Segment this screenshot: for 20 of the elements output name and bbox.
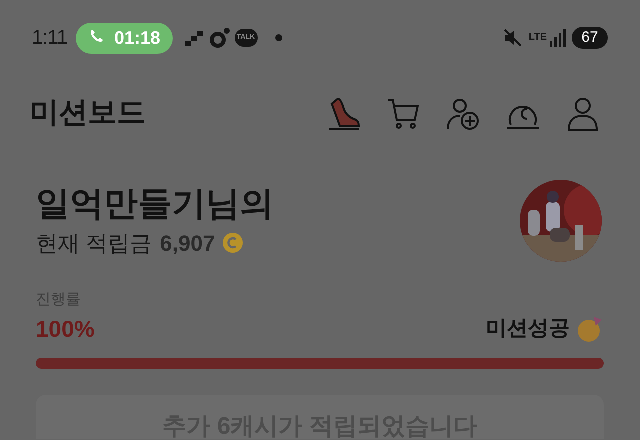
signal-icon (550, 29, 566, 47)
mission-status: 미션성공 (486, 316, 570, 342)
party-face-icon (576, 314, 604, 343)
network-label: LTE (528, 33, 547, 43)
user-icon[interactable] (566, 97, 600, 131)
progress-percent: 100% (36, 314, 95, 344)
balance-label: 현재 적립금 (36, 230, 152, 258)
ring-dot-icon (208, 27, 230, 49)
sneaker-icon[interactable] (326, 96, 362, 132)
balance-amount: 6,907 (160, 230, 216, 258)
add-user-icon[interactable] (446, 97, 480, 131)
user-name: 일억만들기님의 (36, 184, 275, 224)
page-title: 미션보드 (30, 96, 146, 132)
cart-icon[interactable] (387, 97, 421, 131)
mute-icon (502, 28, 523, 48)
steps-icon (184, 30, 202, 46)
call-timer-pill[interactable]: 01:18 (76, 22, 172, 54)
battery-indicator: 67 (572, 27, 608, 49)
dot-icon (274, 34, 282, 42)
clock-time: 1:11 (32, 26, 68, 51)
